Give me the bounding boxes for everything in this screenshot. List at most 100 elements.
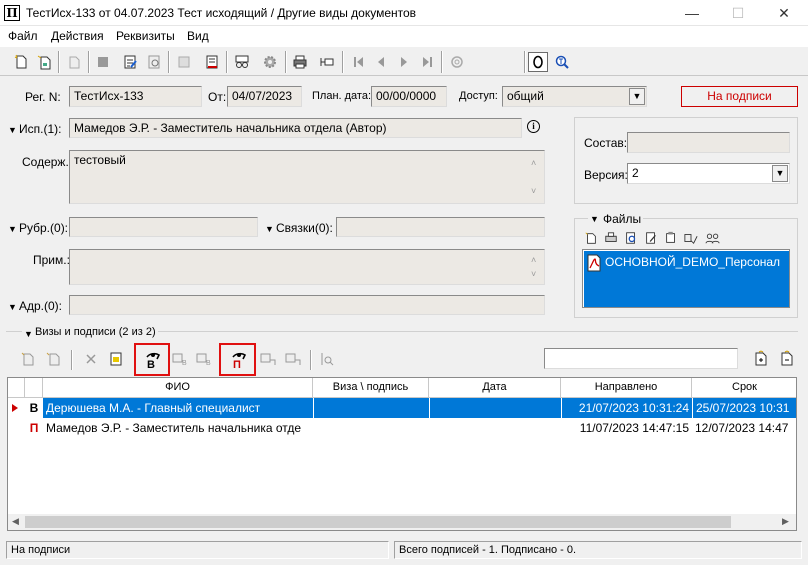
glasses-icon[interactable] bbox=[231, 51, 253, 73]
view-file-icon[interactable] bbox=[624, 231, 638, 245]
maximize-button[interactable]: ☐ bbox=[715, 0, 761, 26]
next-record-icon[interactable] bbox=[393, 51, 415, 73]
access-combo[interactable]: общий ▼ bbox=[502, 86, 647, 107]
row-fio-cell: Мамедов Э.Р. - Заместитель начальника от… bbox=[46, 421, 302, 435]
table-row[interactable]: П Мамедов Э.Р. - Заместитель начальника … bbox=[8, 418, 796, 438]
add-visa-copy-icon[interactable] bbox=[45, 351, 61, 367]
expand-all-icon[interactable] bbox=[753, 350, 769, 368]
menu-actions[interactable]: Действия bbox=[51, 29, 104, 43]
users-file-icon[interactable] bbox=[704, 231, 722, 245]
delete-visa-icon[interactable] bbox=[83, 351, 99, 367]
visa-cancel-icon[interactable]: B bbox=[196, 351, 212, 367]
menu-view[interactable]: Вид bbox=[187, 29, 209, 43]
stop-icon[interactable] bbox=[92, 51, 114, 73]
new-document-icon[interactable] bbox=[10, 51, 32, 73]
scrollbar-thumb[interactable] bbox=[25, 516, 731, 528]
reg-number-label: Рег. N: bbox=[25, 90, 61, 104]
first-record-icon[interactable] bbox=[348, 51, 370, 73]
content-scrollbar[interactable]: ˄ ˅ bbox=[528, 152, 543, 202]
collapse-arrow-icon[interactable]: ▼ bbox=[8, 224, 17, 234]
info-icon[interactable]: i bbox=[527, 120, 540, 133]
sign-file-icon[interactable] bbox=[684, 231, 698, 245]
reg-number-field[interactable]: ТестИсх-133 bbox=[69, 86, 202, 107]
previous-record-icon[interactable] bbox=[370, 51, 392, 73]
files-label: Файлы bbox=[601, 212, 644, 226]
composition-field[interactable] bbox=[627, 132, 790, 153]
window-title: ТестИсх-133 от 04.07.2023 Тест исходящий… bbox=[26, 6, 417, 20]
view-document-icon[interactable] bbox=[143, 51, 165, 73]
copy-file-icon[interactable] bbox=[664, 231, 678, 245]
close-button[interactable]: ✕ bbox=[761, 0, 807, 26]
column-header-due[interactable]: Срок bbox=[692, 378, 796, 398]
collapse-all-icon[interactable] bbox=[779, 350, 795, 368]
files-list[interactable]: ОСНОВНОЙ_DEMO_Персонал bbox=[582, 249, 790, 308]
from-date-field[interactable]: 04/07/2023 bbox=[227, 86, 302, 107]
sign-letter-icon: П bbox=[233, 359, 241, 371]
visas-table[interactable]: ФИО Виза \ подпись Дата Направлено Срок … bbox=[7, 377, 797, 531]
collapse-arrow-icon[interactable]: ▼ bbox=[588, 214, 601, 224]
column-header-fio[interactable]: ФИО bbox=[43, 378, 313, 398]
add-visa-icon[interactable] bbox=[20, 351, 36, 367]
content-textarea[interactable]: тестовый ˄ ˅ bbox=[69, 150, 545, 204]
field-select-icon[interactable] bbox=[316, 51, 338, 73]
edit-document-icon[interactable] bbox=[119, 51, 141, 73]
visas-section-title: Визы и подписи (2 из 2) bbox=[33, 326, 158, 338]
address-field[interactable] bbox=[69, 295, 545, 315]
visa-search-input[interactable] bbox=[544, 348, 738, 369]
toolbar-separator bbox=[441, 51, 443, 73]
dropdown-arrow-icon[interactable]: ▼ bbox=[629, 88, 645, 105]
edit-visa-icon[interactable] bbox=[108, 351, 124, 367]
menu-file[interactable]: Файл bbox=[8, 29, 38, 43]
column-header-date[interactable]: Дата bbox=[429, 378, 561, 398]
scroll-right-icon[interactable]: ▶ bbox=[782, 516, 789, 527]
composition-panel bbox=[574, 117, 798, 204]
column-header-visa[interactable]: Виза \ подпись bbox=[313, 378, 429, 398]
printer-icon[interactable] bbox=[289, 51, 311, 73]
collapse-arrow-icon[interactable]: ▼ bbox=[265, 224, 274, 234]
toggle-o-icon[interactable] bbox=[528, 52, 548, 72]
app-icon: П bbox=[4, 5, 20, 21]
row-visa-cell bbox=[313, 398, 429, 418]
rubric-field[interactable] bbox=[69, 217, 258, 237]
status-button[interactable]: На подписи bbox=[681, 86, 798, 107]
table-row[interactable]: В Дерюшева М.А. - Главный специалист 21/… bbox=[8, 398, 796, 418]
column-header-sent[interactable]: Направлено bbox=[561, 378, 692, 398]
composition-label: Состав: bbox=[584, 136, 628, 150]
toolbar-separator bbox=[285, 51, 287, 73]
plan-date-field[interactable]: 00/00/0000 bbox=[371, 86, 447, 107]
visa-list-icon[interactable]: B bbox=[172, 351, 188, 367]
row-due-cell: 12/07/2023 14:47 bbox=[695, 421, 789, 435]
links-label: Связки(0): bbox=[276, 221, 333, 235]
executor-field[interactable]: Мамедов Э.Р. - Заместитель начальника от… bbox=[69, 118, 522, 138]
minimize-button[interactable]: — bbox=[669, 0, 715, 26]
checklist-icon[interactable] bbox=[201, 51, 223, 73]
print-form-icon[interactable] bbox=[173, 51, 195, 73]
collapse-arrow-icon[interactable]: ▼ bbox=[8, 125, 17, 135]
search-document-icon[interactable] bbox=[551, 51, 573, 73]
toolbar-separator bbox=[310, 350, 312, 370]
find-visa-icon[interactable] bbox=[319, 351, 335, 367]
sign-cancel-icon[interactable] bbox=[285, 351, 301, 367]
dropdown-arrow-icon[interactable]: ▼ bbox=[772, 165, 788, 182]
toolbar-separator bbox=[226, 51, 228, 73]
version-combo[interactable]: 2 ▼ bbox=[627, 163, 790, 184]
add-file-icon[interactable] bbox=[584, 231, 598, 245]
settings-gear-icon[interactable] bbox=[259, 51, 281, 73]
email-send-icon[interactable] bbox=[446, 51, 468, 73]
menu-requisites[interactable]: Реквизиты bbox=[116, 29, 175, 43]
register-icon[interactable] bbox=[63, 51, 85, 73]
sign-list-icon[interactable] bbox=[260, 351, 276, 367]
main-toolbar bbox=[0, 46, 808, 76]
edit-file-icon[interactable] bbox=[644, 231, 658, 245]
links-field[interactable] bbox=[336, 217, 545, 237]
new-copy-icon[interactable] bbox=[33, 51, 55, 73]
note-textarea[interactable]: ˄ ˅ bbox=[69, 249, 545, 285]
last-record-icon[interactable] bbox=[416, 51, 438, 73]
row-type-cell: П bbox=[29, 421, 39, 435]
note-scrollbar[interactable]: ˄ ˅ bbox=[528, 251, 543, 283]
scroll-left-icon[interactable]: ◀ bbox=[12, 516, 19, 527]
scan-file-icon[interactable] bbox=[604, 231, 618, 245]
collapse-arrow-icon[interactable]: ▼ bbox=[8, 302, 17, 312]
table-horizontal-scrollbar[interactable]: ◀ ▶ bbox=[8, 514, 796, 530]
version-value: 2 bbox=[632, 166, 639, 180]
